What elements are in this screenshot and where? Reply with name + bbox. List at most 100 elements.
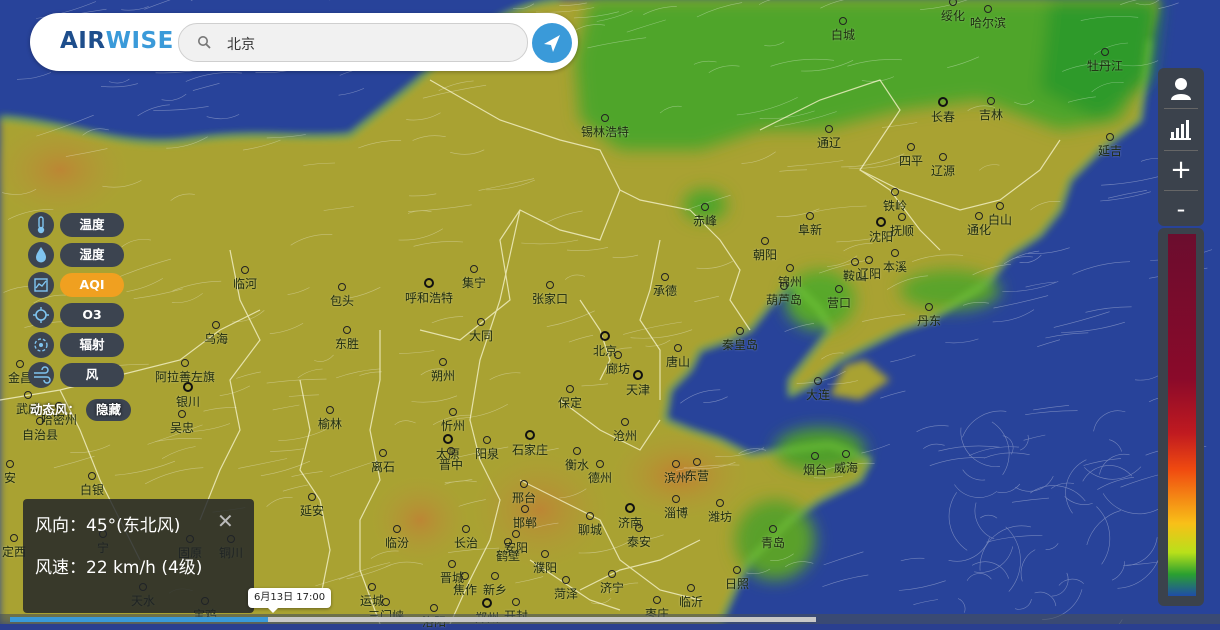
aqi-chart-icon[interactable] (28, 272, 54, 298)
city-label[interactable]: 新乡 (483, 572, 507, 598)
city-label[interactable]: 淄博 (664, 495, 688, 521)
city-label[interactable]: 临沂 (679, 584, 703, 610)
city-label[interactable]: 榆林 (318, 406, 342, 432)
city-label[interactable]: 丹东 (917, 303, 941, 329)
city-label[interactable]: 石家庄 (512, 430, 548, 458)
city-label[interactable]: 聊城 (578, 512, 602, 538)
city-label[interactable]: 本溪 (883, 249, 907, 275)
city-label[interactable]: 泰安 (627, 524, 651, 550)
city-label[interactable]: 铁岭 (883, 188, 907, 214)
layer-button[interactable]: AQI (60, 273, 124, 297)
city-label[interactable]: 白山 (988, 202, 1012, 228)
city-label[interactable]: 银川 (176, 382, 200, 410)
dynamic-wind-toggle[interactable]: 隐藏 (86, 399, 132, 421)
layer-button[interactable]: 风 (60, 363, 124, 387)
city-label[interactable]: 菏泽 (554, 576, 578, 602)
layer-button[interactable]: 湿度 (60, 243, 124, 267)
city-label[interactable]: 忻州 (441, 408, 465, 434)
city-label[interactable]: 白城 (831, 17, 855, 43)
droplet-icon[interactable] (28, 242, 54, 268)
locate-button[interactable] (532, 23, 572, 63)
city-label[interactable]: 大连 (806, 377, 830, 403)
city-label[interactable]: 鹤壁 (496, 538, 520, 564)
city-label[interactable]: 承德 (653, 273, 677, 299)
wind-icon[interactable] (28, 362, 54, 388)
radiation-icon[interactable] (28, 332, 54, 358)
city-label[interactable]: 东营 (685, 458, 709, 484)
city-label[interactable]: 延安 (300, 493, 324, 519)
city-label[interactable]: 烟台 (803, 452, 827, 478)
city-label[interactable]: 牡丹江 (1087, 48, 1123, 74)
city-label[interactable]: 赤峰 (693, 203, 717, 229)
zoom-in-button[interactable]: + (1158, 154, 1204, 188)
city-label[interactable]: 营口 (827, 285, 851, 311)
timeline[interactable] (0, 614, 1220, 624)
city-label[interactable]: 临河 (233, 266, 257, 292)
city-label[interactable]: 焦作 (453, 572, 477, 598)
zoom-out-button[interactable]: - (1158, 192, 1204, 226)
city-label[interactable]: 青岛 (761, 525, 785, 551)
city-label[interactable]: 呼和浩特 (405, 278, 453, 306)
user-button[interactable] (1158, 72, 1204, 106)
city-label[interactable]: 哈尔滨 (970, 5, 1006, 31)
city-label[interactable]: 潍坊 (708, 499, 732, 525)
city-label[interactable]: 衡水 (565, 447, 589, 473)
layer-button[interactable]: O3 (60, 303, 124, 327)
city-label[interactable]: 张家口 (532, 281, 568, 307)
city-label[interactable]: 大同 (469, 318, 493, 344)
city-label[interactable]: 德州 (588, 460, 612, 486)
city-label[interactable]: 安 (4, 460, 16, 486)
city-label[interactable]: 葫芦岛 (766, 282, 802, 308)
city-label[interactable]: 朔州 (431, 358, 455, 384)
city-label[interactable]: 唐山 (666, 344, 690, 370)
city-label[interactable]: 朝阳 (753, 237, 777, 263)
city-label[interactable]: 乌海 (204, 321, 228, 347)
city-label[interactable]: 延吉 (1098, 133, 1122, 159)
city-label[interactable]: 通辽 (817, 125, 841, 151)
city-label[interactable]: 阳泉 (475, 436, 499, 462)
layer-item[interactable]: 辐射 (28, 332, 128, 358)
city-label[interactable]: 集宁 (462, 265, 486, 291)
city-label[interactable]: 离石 (371, 449, 395, 475)
city-label[interactable]: 吉林 (979, 97, 1003, 123)
city-label[interactable]: 长治 (454, 525, 478, 551)
city-label[interactable]: 天津 (626, 370, 650, 398)
city-label[interactable]: 保定 (558, 385, 582, 411)
city-label[interactable]: 秦皇岛 (722, 327, 758, 353)
thermometer-icon[interactable] (28, 212, 54, 238)
city-label[interactable]: 四平 (899, 143, 923, 169)
city-label[interactable]: 沧州 (613, 418, 637, 444)
logo[interactable]: AIRWISE (60, 28, 174, 54)
close-icon[interactable]: ✕ (217, 509, 234, 533)
layer-item[interactable]: 湿度 (28, 242, 128, 268)
city-label[interactable]: 白银 (80, 472, 104, 498)
city-label[interactable]: 锡林浩特 (581, 114, 629, 140)
city-label[interactable]: 济宁 (600, 570, 624, 596)
city-label[interactable]: 辽源 (931, 153, 955, 179)
city-label[interactable]: 日照 (725, 566, 749, 592)
city-label[interactable]: 邢台 (512, 480, 536, 506)
city-label[interactable]: 邯郸 (513, 505, 537, 531)
layer-item[interactable]: 温度 (28, 212, 128, 238)
ozone-icon[interactable] (28, 302, 54, 328)
city-label[interactable]: 长春 (931, 97, 955, 125)
city-label[interactable]: 吴忠 (170, 410, 194, 436)
city-label[interactable]: 抚顺 (890, 213, 914, 239)
city-label[interactable]: 阜新 (798, 212, 822, 238)
city-label[interactable]: 临汾 (385, 525, 409, 551)
city-label[interactable]: 威海 (834, 450, 858, 476)
stats-button[interactable] (1158, 112, 1204, 146)
layer-button[interactable]: 辐射 (60, 333, 124, 357)
city-label[interactable]: 包头 (330, 283, 354, 309)
layer-item[interactable]: AQI (28, 272, 128, 298)
city-label[interactable]: 绥化 (941, 0, 965, 24)
search-box[interactable] (178, 23, 528, 63)
search-input[interactable] (225, 24, 519, 63)
layer-button[interactable]: 温度 (60, 213, 124, 237)
city-label[interactable]: 晋中 (439, 447, 463, 473)
layer-item[interactable]: 风 (28, 362, 128, 388)
layer-item[interactable]: O3 (28, 302, 128, 328)
search-icon[interactable] (197, 35, 211, 49)
city-label[interactable]: 辽阳 (857, 256, 881, 282)
city-label[interactable]: 濮阳 (533, 550, 557, 576)
